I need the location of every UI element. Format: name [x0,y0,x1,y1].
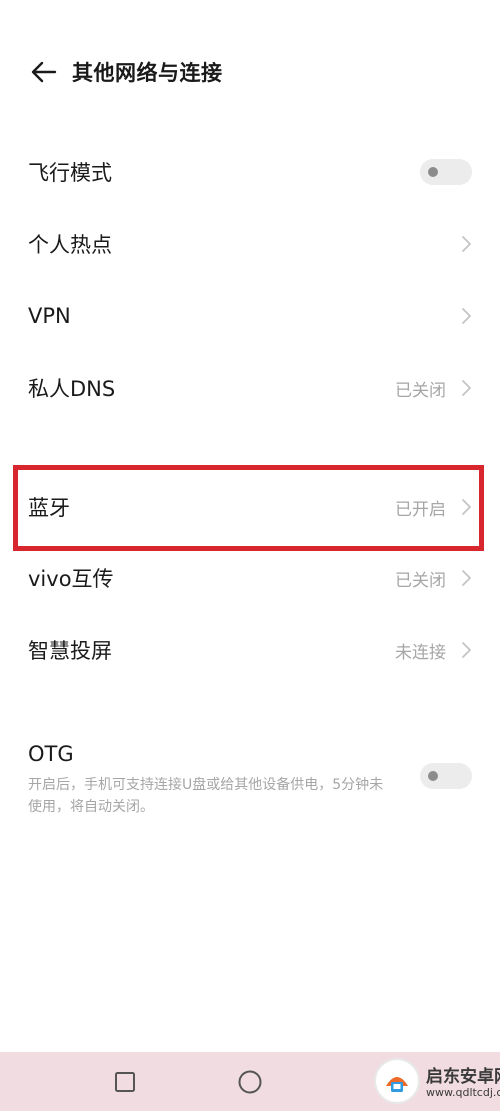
private-dns-status: 已关闭 [395,380,446,401]
square-icon [115,1071,135,1092]
vivo-share-status: 已关闭 [395,570,446,591]
watermark-url: www.qdltcdj.com [426,1086,500,1099]
watermark-logo: 启东安卓网 www.qdltcdj.com [370,1052,500,1111]
chevron-right-icon [462,642,471,658]
otg-label: OTG [28,742,74,766]
chevron-right-icon [462,499,471,515]
airplane-mode-row[interactable]: 飞行模式 [0,136,500,208]
private-dns-row[interactable]: 私人DNS 已关闭 [0,352,500,424]
watermark-badge [374,1058,420,1104]
watermark-brand: 启东安卓网 [426,1067,500,1087]
otg-row[interactable]: OTG 开启后，手机可支持连接U盘或给其他设备供电，5分钟未使用，将自动关闭。 [0,738,500,818]
toggle-knob [428,771,438,781]
phone-logo-icon [386,1077,408,1092]
bluetooth-status: 已开启 [395,499,446,520]
vpn-row[interactable]: VPN [0,280,500,352]
vpn-label: VPN [28,304,71,328]
home-button[interactable] [220,1052,280,1111]
screen-cast-row[interactable]: 智慧投屏 未连接 [0,614,500,686]
chevron-right-icon [462,308,471,324]
toggle-knob [428,167,438,177]
airplane-mode-toggle[interactable] [420,159,472,185]
otg-description: 开启后，手机可支持连接U盘或给其他设备供电，5分钟未使用，将自动关闭。 [28,777,384,815]
bluetooth-label: 蓝牙 [28,496,70,520]
vivo-share-label: vivo互传 [28,567,114,591]
title-bar: 其他网络与连接 [0,40,500,104]
private-dns-label: 私人DNS [28,377,116,401]
bluetooth-row[interactable]: 蓝牙 已开启 [0,471,500,543]
chevron-right-icon [462,570,471,586]
recents-button[interactable] [95,1052,155,1111]
screen-cast-status: 未连接 [395,642,446,663]
screen-cast-label: 智慧投屏 [28,639,112,663]
circle-icon [238,1070,262,1093]
page-title: 其他网络与连接 [72,61,223,85]
back-button[interactable] [24,52,64,92]
chevron-right-icon [462,380,471,396]
otg-toggle[interactable] [420,763,472,789]
vivo-share-row[interactable]: vivo互传 已关闭 [0,542,500,614]
hotspot-label: 个人热点 [28,233,112,257]
airplane-mode-label: 飞行模式 [28,161,112,185]
chevron-right-icon [462,236,471,252]
arrow-left-icon [31,61,57,83]
hotspot-row[interactable]: 个人热点 [0,208,500,280]
